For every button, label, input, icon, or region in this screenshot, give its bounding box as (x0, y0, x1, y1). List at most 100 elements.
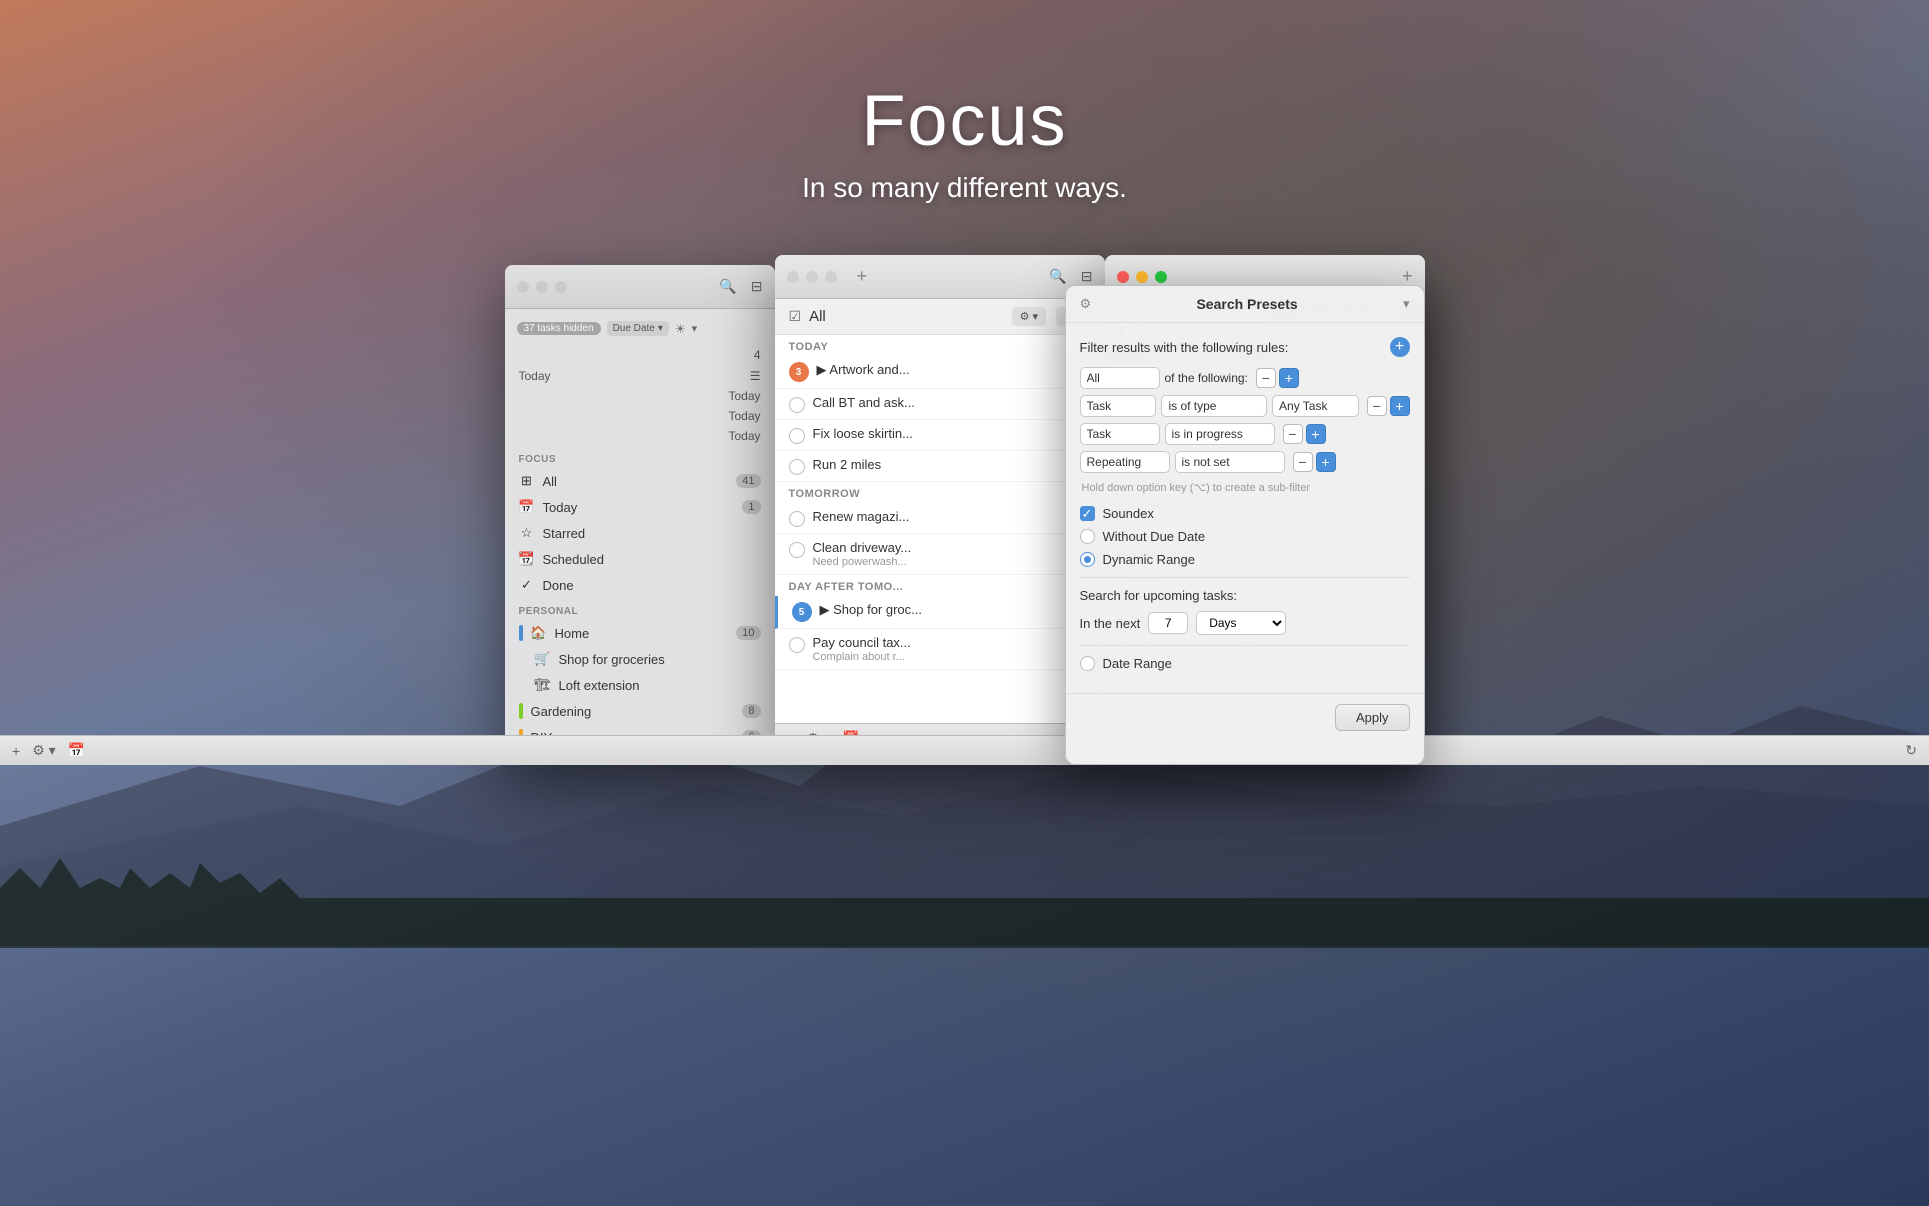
task-run[interactable]: Run 2 miles 2 (775, 451, 1105, 482)
without-due-radio[interactable] (1080, 529, 1095, 544)
tl-min-right[interactable] (1136, 271, 1148, 283)
dialog-body: Filter results with the following rules:… (1066, 323, 1424, 693)
driveway-info: Clean driveway... Need powerwash... (813, 540, 1091, 568)
home-color-bar (519, 625, 523, 641)
shop-info: ▶ Shop for groc... (820, 602, 1066, 618)
left-window: 🔍 ⊟ 37 tasks hidden Due Date ▾ ☀ ▾ 4 (505, 265, 775, 765)
callbt-checkbox[interactable] (789, 397, 805, 413)
mid-list-header: ☑ All ⚙ ▾ ☀ ▾ (775, 299, 1105, 335)
filter-all-row: All of the following: − + (1080, 367, 1410, 389)
layout-icon-mid[interactable]: ⊟ (1081, 268, 1093, 285)
dialog-title: Search Presets (1099, 296, 1395, 312)
add-btn-right[interactable]: + (1402, 266, 1413, 287)
filter-field-1[interactable]: Task (1080, 395, 1157, 417)
run-info: Run 2 miles (813, 457, 1076, 472)
tl-close-mid[interactable] (787, 271, 799, 283)
soundex-row: ✓ Soundex (1080, 506, 1410, 521)
tl-close[interactable] (517, 281, 529, 293)
sidebar-item-starred[interactable]: ☆ Starred (505, 520, 775, 546)
filter-op-3[interactable]: is not set (1175, 451, 1285, 473)
search-icon[interactable]: 🔍 (719, 278, 736, 295)
left-titlebar: 🔍 ⊟ (505, 265, 775, 309)
sidebar-item-home[interactable]: 🏠 Home 10 (505, 620, 775, 646)
filter-plus-btn-1[interactable]: + (1390, 396, 1410, 416)
skirting-checkbox[interactable] (789, 428, 805, 444)
all-header-title: All (809, 308, 826, 325)
task-driveway[interactable]: Clean driveway... Need powerwash... (775, 534, 1105, 575)
date-range-row: Date Range (1080, 656, 1410, 671)
search-icon-mid[interactable]: 🔍 (1049, 268, 1066, 285)
task-shop[interactable]: 5 ▶ Shop for groc... ★ (775, 596, 1105, 629)
soundex-checkbox[interactable]: ✓ (1080, 506, 1095, 521)
sidebar-item-scheduled[interactable]: 📆 Scheduled (505, 546, 775, 572)
sidebar-item-groceries[interactable]: 🛒 Shop for groceries (505, 646, 775, 672)
task-renew[interactable]: Renew magazi... (775, 503, 1105, 534)
filter-field-2[interactable]: Task (1080, 423, 1160, 445)
today-badge: 1 (742, 500, 760, 514)
sidebar-item-gardening[interactable]: Gardening 8 (505, 698, 775, 724)
upcoming-value-input[interactable] (1148, 612, 1188, 634)
tl-close-right[interactable] (1117, 271, 1129, 283)
filter-op-2[interactable]: is in progress (1165, 423, 1275, 445)
shop-name: ▶ Shop for groc... (820, 602, 1066, 618)
driveway-name: Clean driveway... (813, 540, 1091, 555)
view-options-btn[interactable]: ⚙ ▾ (1012, 307, 1046, 326)
done-label: Done (543, 578, 574, 593)
home-badge: 10 (736, 626, 760, 640)
renew-checkbox[interactable] (789, 511, 805, 527)
tree-silhouette (0, 828, 1929, 948)
sort-button[interactable]: Due Date ▾ (607, 321, 669, 336)
task-artwork[interactable]: 3 ▶ Artwork and... (775, 356, 1105, 389)
dialog-collapse-icon[interactable]: ▾ (1403, 296, 1410, 312)
dialog-hint: Hold down option key (⌥) to create a sub… (1080, 481, 1410, 494)
dynamic-range-radio[interactable] (1080, 552, 1095, 567)
filter-minus-btn-0[interactable]: − (1256, 368, 1276, 388)
gardening-color-bar (519, 703, 523, 719)
soundex-label: Soundex (1103, 506, 1154, 521)
task-callbt[interactable]: Call BT and ask... (775, 389, 1105, 420)
filter-val-1[interactable]: Any Task (1272, 395, 1358, 417)
sidebar-item-today[interactable]: 📅 Today 1 (505, 494, 775, 520)
sidebar-item-all[interactable]: ⊞ All 41 (505, 468, 775, 494)
filter-minus-btn-3[interactable]: − (1293, 452, 1313, 472)
tl-max-right[interactable] (1155, 271, 1167, 283)
filter-minus-btn-2[interactable]: − (1283, 424, 1303, 444)
sidebar-icon[interactable]: ⊟ (751, 278, 763, 295)
task-council[interactable]: Pay council tax... Complain about r... (775, 629, 1105, 670)
sort-label: Due Date (613, 323, 655, 334)
traffic-lights-left (517, 281, 567, 293)
tl-max-mid[interactable] (825, 271, 837, 283)
upcoming-row: In the next Days Weeks Months (1080, 611, 1410, 635)
in-the-next-label: In the next (1080, 616, 1141, 631)
filter-minus-btn-1[interactable]: − (1367, 396, 1387, 416)
tl-minimize[interactable] (536, 281, 548, 293)
filter-row-3: Repeating is not set − + (1080, 451, 1410, 473)
scheduled-label: Scheduled (543, 552, 604, 567)
driveway-checkbox[interactable] (789, 542, 805, 558)
search-presets-dialog: ⚙ Search Presets ▾ Filter results with t… (1065, 285, 1425, 765)
filter-op-1[interactable]: is of type (1161, 395, 1267, 417)
council-checkbox[interactable] (789, 637, 805, 653)
filter-plus-btn-2[interactable]: + (1306, 424, 1326, 444)
filter-all-select[interactable]: All (1080, 367, 1160, 389)
task-skirting[interactable]: Fix loose skirtin... (775, 420, 1105, 451)
sidebar-item-done[interactable]: ✓ Done (505, 572, 775, 598)
filter-plus-btn-0[interactable]: + (1279, 368, 1299, 388)
loft-icon: 🏗 (535, 677, 551, 693)
windows-container: 🔍 ⊟ 37 tasks hidden Due Date ▾ ☀ ▾ 4 (0, 255, 1929, 765)
date-range-radio[interactable] (1080, 656, 1095, 671)
loft-label: Loft extension (559, 678, 640, 693)
tl-min-mid[interactable] (806, 271, 818, 283)
upcoming-unit-select[interactable]: Days Weeks Months (1196, 611, 1286, 635)
star-outline-icon: ☆ (519, 525, 535, 541)
date-range-label: Date Range (1103, 656, 1172, 671)
add-button-mid[interactable]: + (857, 266, 868, 287)
tomorrow-section-label: TOMORROW (775, 482, 1105, 503)
filter-field-3[interactable]: Repeating (1080, 451, 1170, 473)
sidebar-item-loft[interactable]: 🏗 Loft extension (505, 672, 775, 698)
run-checkbox[interactable] (789, 459, 805, 475)
filter-plus-btn-3[interactable]: + (1316, 452, 1336, 472)
apply-button[interactable]: Apply (1335, 704, 1410, 731)
filter-add-btn[interactable]: + (1390, 337, 1410, 357)
tl-maximize[interactable] (555, 281, 567, 293)
